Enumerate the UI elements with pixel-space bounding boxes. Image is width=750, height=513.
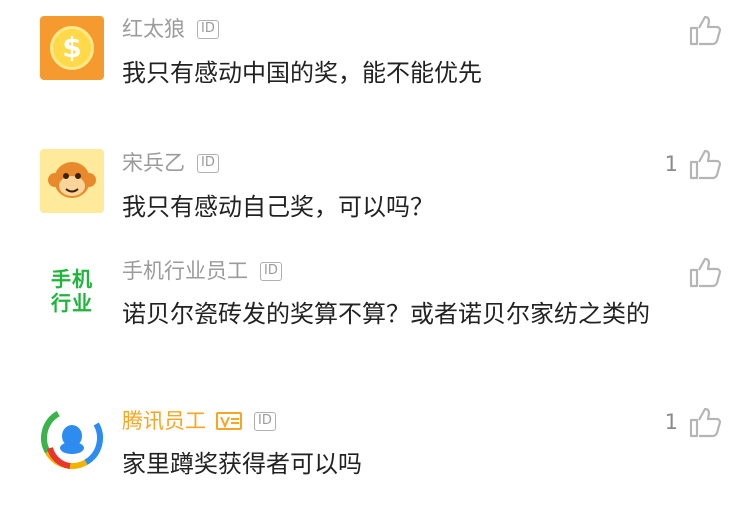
dollar-icon: $ (50, 26, 94, 70)
avatar[interactable]: $ (40, 16, 104, 80)
like-count: 1 (664, 152, 678, 176)
comment-text: 我只有感动自己奖，可以吗？ (122, 193, 434, 221)
comment-text: 诺贝尔瓷砖发的奖算不算？或者诺贝尔家纺之类的 (122, 300, 650, 328)
id-badge: ID (254, 411, 276, 431)
thumbs-up-icon (689, 257, 722, 288)
avatar[interactable] (40, 406, 104, 470)
tencent-news-icon (41, 407, 103, 469)
verified-badge-icon (216, 412, 242, 430)
username-label: 宋兵乙 (122, 151, 185, 175)
comment-text: 家里蹲奖获得者可以吗 (122, 450, 362, 478)
like-button[interactable] (678, 13, 722, 47)
id-badge: ID (197, 153, 219, 173)
monkey-icon (48, 162, 96, 198)
username[interactable]: 腾讯员工 ID (122, 407, 276, 435)
id-badge: ID (197, 19, 219, 39)
thumbs-up-icon (689, 15, 722, 46)
comment-text: 我只有感动中国的奖，能不能优先 (122, 59, 482, 87)
username-label: 手机行业员工 (122, 259, 248, 283)
username[interactable]: 手机行业员工 ID (122, 257, 282, 285)
like-count: 1 (664, 410, 678, 434)
avatar-text-line1: 手机 (51, 267, 93, 291)
avatar-text-line2: 行业 (51, 291, 93, 315)
avatar[interactable]: 手机 行业 (40, 259, 104, 323)
username-label: 红太狼 (122, 17, 185, 41)
username[interactable]: 红太狼 ID (122, 15, 219, 43)
like-button[interactable] (678, 255, 722, 289)
thumbs-up-icon (689, 407, 722, 438)
like-button[interactable]: 1 (665, 405, 722, 439)
id-badge: ID (260, 261, 282, 281)
username[interactable]: 宋兵乙 ID (122, 149, 219, 177)
thumbs-up-icon (689, 149, 722, 180)
username-label: 腾讯员工 (122, 409, 206, 433)
avatar[interactable] (40, 149, 104, 213)
like-button[interactable]: 1 (665, 147, 722, 181)
